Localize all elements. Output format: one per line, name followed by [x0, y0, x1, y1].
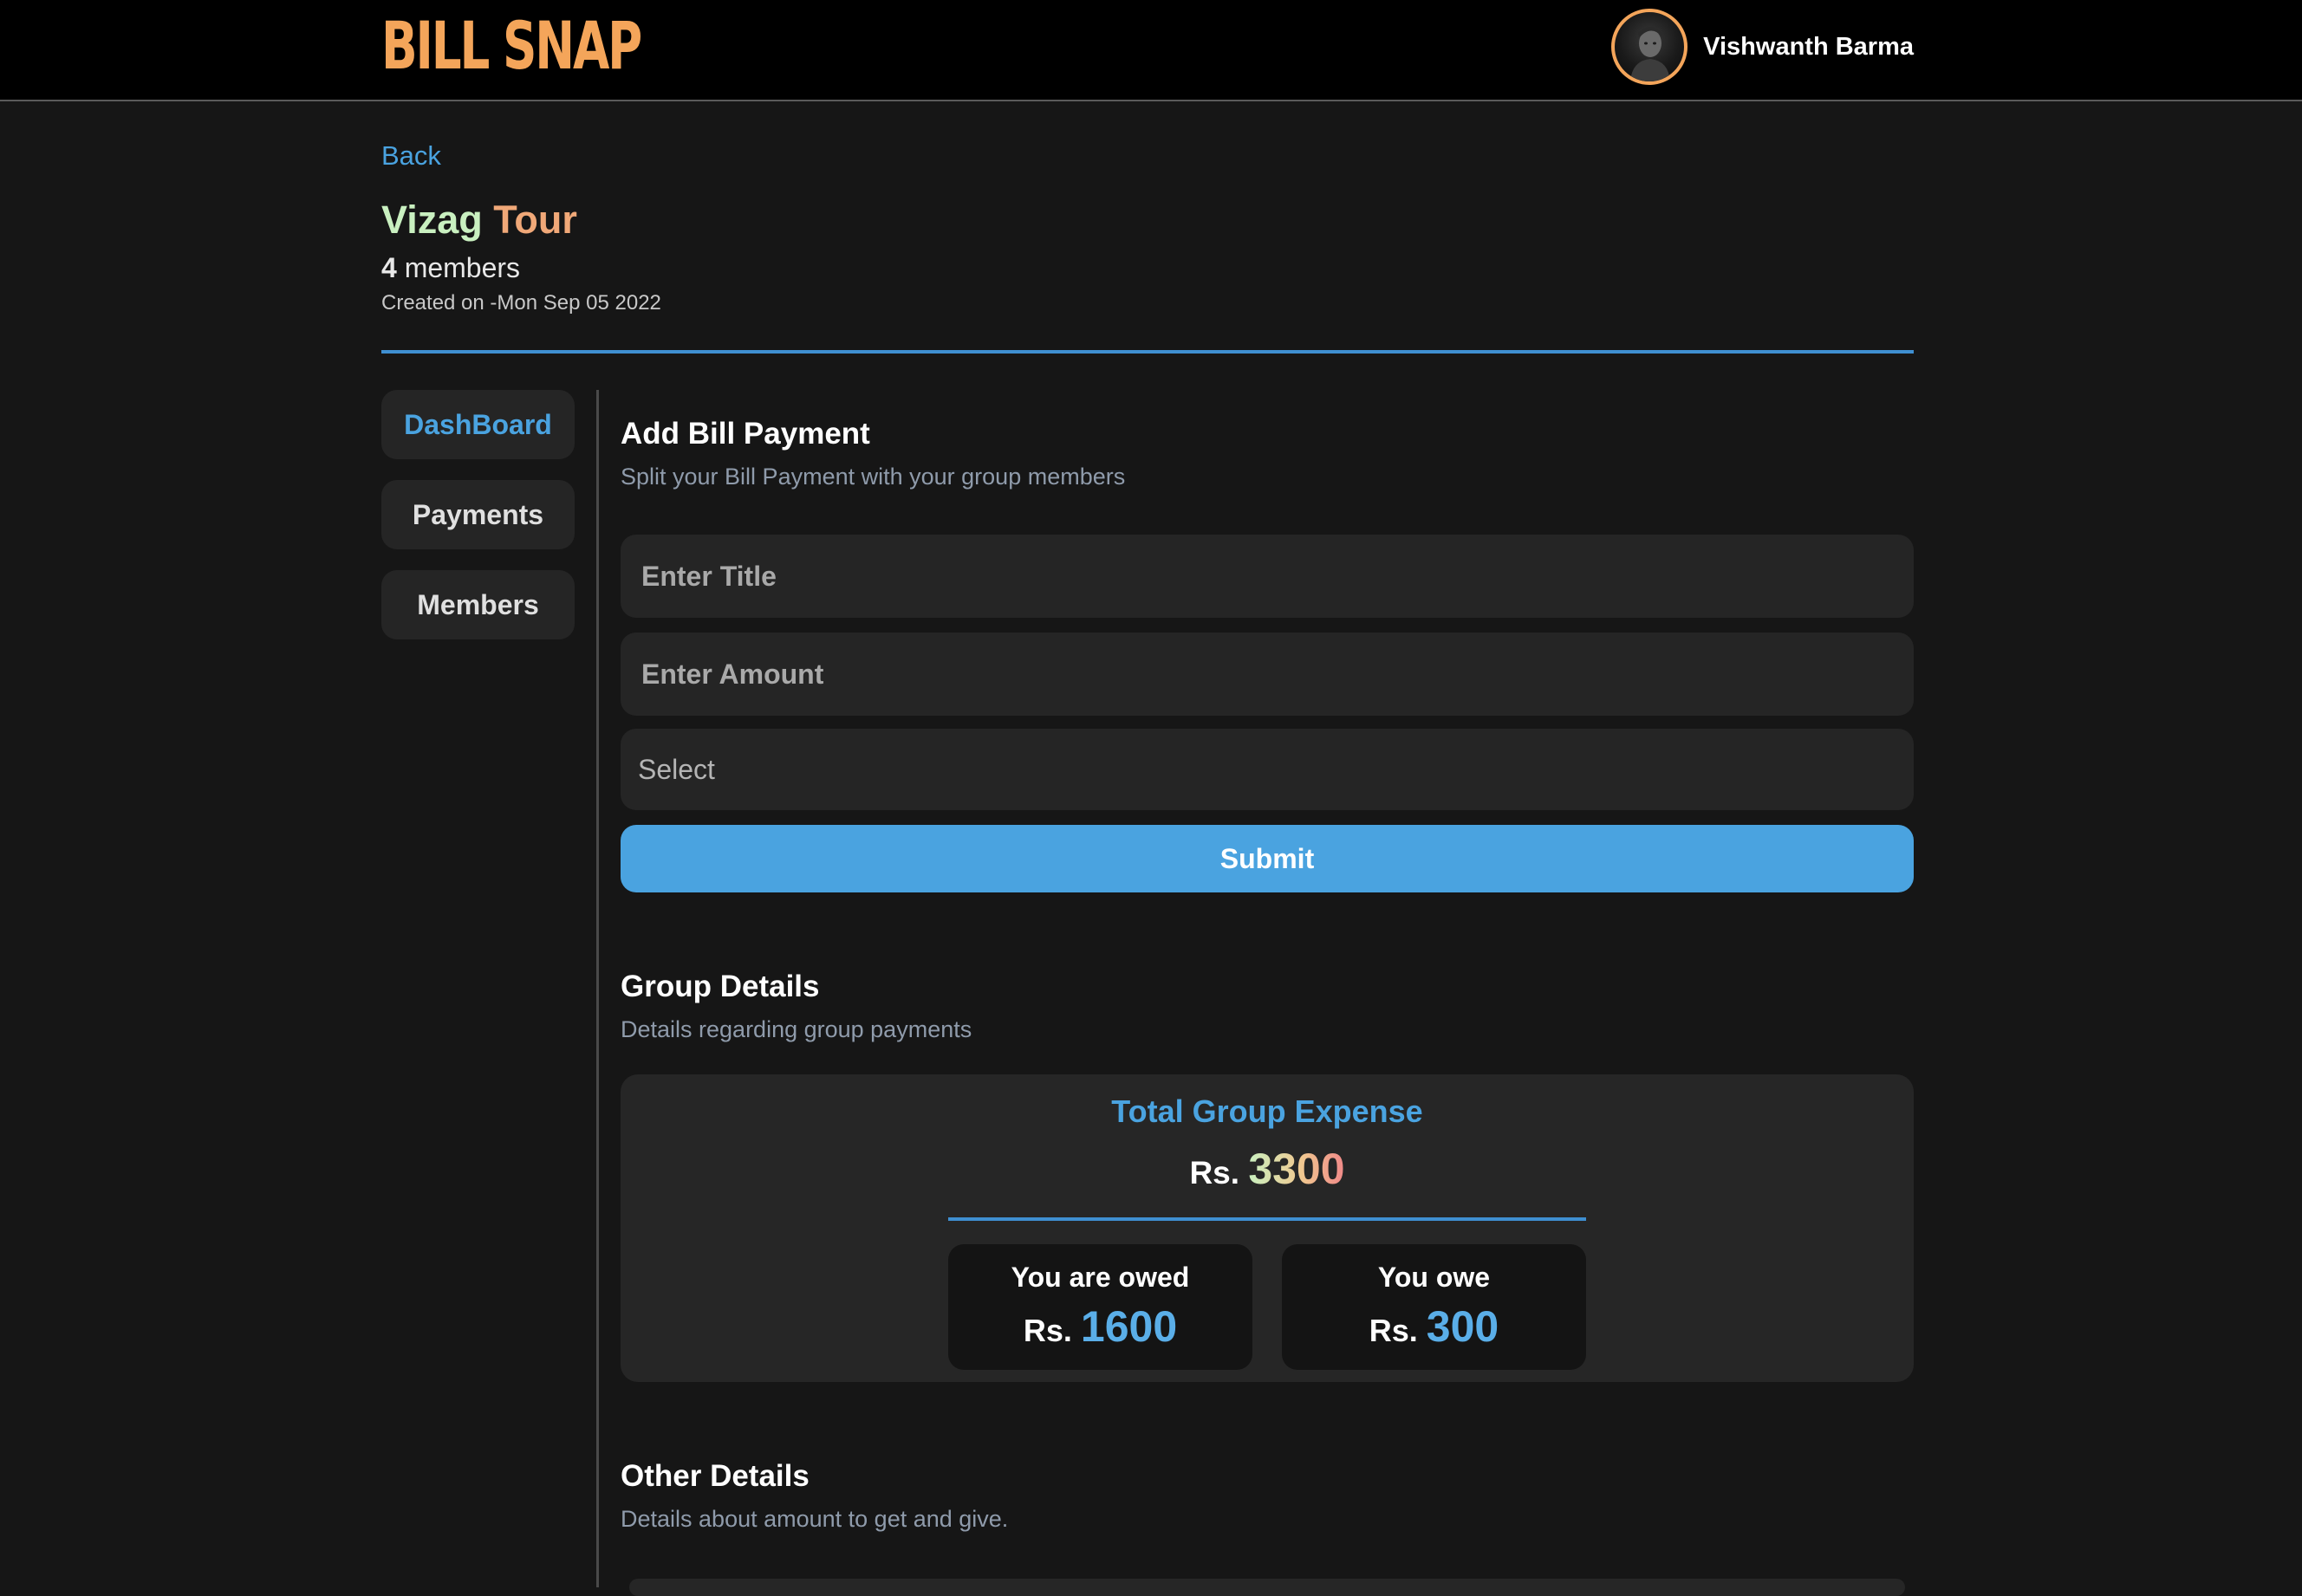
total-expense-label: Total Group Expense [1111, 1093, 1423, 1129]
total-expense-currency: Rs. [1189, 1155, 1240, 1191]
sidebar-divider [596, 390, 599, 1587]
member-select-value: Select [638, 753, 715, 785]
avatar[interactable] [1611, 9, 1688, 85]
user-portrait-icon [1630, 27, 1671, 81]
member-count-label: members [404, 252, 521, 283]
top-navbar: BILL SNAP Vishwanth Barma [0, 0, 2302, 101]
total-expense-value: 3300 [1248, 1145, 1345, 1193]
title-input[interactable] [621, 535, 1914, 618]
group-title-first-word: Vizag [381, 198, 483, 242]
group-expense-card: Total Group Expense Rs. 3300 You are owe… [621, 1074, 1914, 1382]
member-count: 4 members [381, 252, 520, 284]
owe-label: You owe [1377, 1262, 1491, 1293]
brand-logo[interactable]: BILL SNAP [381, 7, 642, 85]
group-details-title: Group Details [621, 970, 820, 1003]
owe-currency: Rs. [1369, 1313, 1418, 1348]
owe-value: 300 [1426, 1302, 1499, 1351]
other-details-subtitle: Details about amount to get and give. [621, 1506, 1009, 1532]
amount-input[interactable] [621, 633, 1914, 716]
header-divider [381, 350, 1914, 354]
group-title: Vizag Tour [381, 196, 577, 244]
member-count-number: 4 [381, 252, 397, 283]
sidebar-item-dashboard[interactable]: DashBoard [381, 390, 575, 459]
member-select[interactable]: Select [621, 729, 1914, 810]
other-details-card [629, 1579, 1905, 1596]
add-bill-subtitle: Split your Bill Payment with your group … [621, 464, 1126, 490]
user-name[interactable]: Vishwanth Barma [1703, 33, 1914, 62]
back-link[interactable]: Back [381, 140, 441, 172]
owed-amount: Rs. 1600 [948, 1301, 1252, 1352]
total-expense-amount: Rs. 3300 [621, 1144, 1914, 1194]
owed-card: You are owed Rs. 1600 [948, 1244, 1252, 1370]
add-bill-title: Add Bill Payment [621, 417, 870, 451]
owed-label: You are owed [1011, 1262, 1190, 1293]
other-details-title: Other Details [621, 1459, 810, 1493]
sidebar-item-payments[interactable]: Payments [381, 480, 575, 549]
group-title-second-word: Tour [493, 198, 577, 242]
owe-amount: Rs. 300 [1282, 1301, 1586, 1352]
group-details-subtitle: Details regarding group payments [621, 1016, 972, 1042]
created-date: Created on -Mon Sep 05 2022 [381, 291, 661, 315]
owe-card: You owe Rs. 300 [1282, 1244, 1586, 1370]
owed-currency: Rs. [1023, 1313, 1072, 1348]
user-profile[interactable]: Vishwanth Barma [1611, 4, 1914, 89]
card-divider [948, 1217, 1586, 1221]
submit-button[interactable]: Submit [621, 825, 1914, 892]
owed-value: 1600 [1080, 1302, 1178, 1351]
sidebar-item-members[interactable]: Members [381, 570, 575, 639]
